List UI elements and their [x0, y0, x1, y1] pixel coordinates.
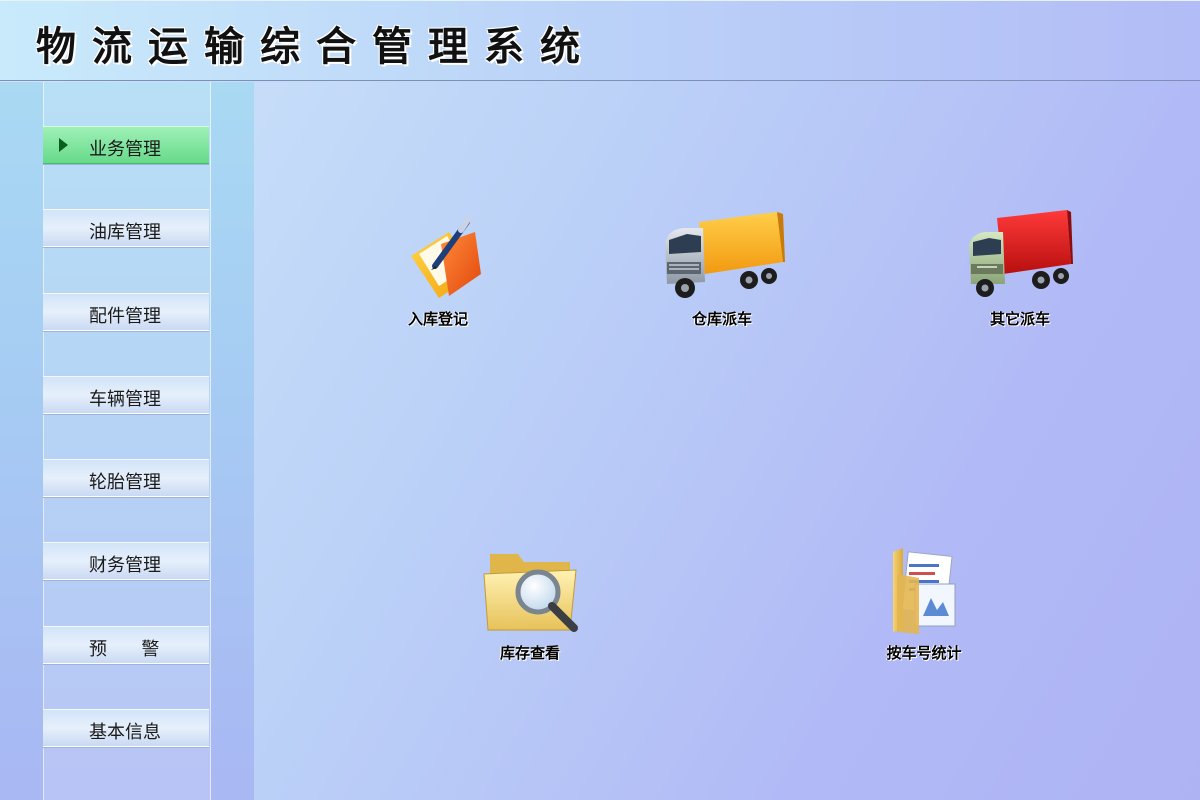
sidebar-strip [43, 82, 211, 800]
tile-stock-in[interactable]: 入库登记 [368, 204, 508, 329]
triangle-right-icon [59, 138, 68, 152]
orange-truck-icon [665, 212, 785, 298]
sidebar-item-label: 财务管理 [89, 555, 161, 576]
folder-magnifier-icon [483, 554, 578, 632]
tile-label: 仓库派车 [691, 310, 752, 328]
sidebar-item-label: 车辆管理 [89, 389, 161, 410]
sidebar-item-label: 配件管理 [89, 306, 161, 327]
sidebar [0, 82, 254, 800]
sidebar-item-tires[interactable]: 轮胎管理 [43, 459, 209, 497]
sidebar-item-label: 油库管理 [89, 222, 161, 243]
tile-label: 按车号统计 [886, 644, 962, 662]
sidebar-item-label: 轮胎管理 [89, 472, 161, 493]
pen-folder-icon [411, 215, 481, 298]
sidebar-item-label: 预 警 [89, 639, 160, 660]
sidebar-item-oil-depot[interactable]: 油库管理 [43, 209, 209, 247]
sidebar-item-label: 基本信息 [89, 722, 161, 743]
tile-label: 库存查看 [499, 644, 560, 662]
sidebar-item-finance[interactable]: 财务管理 [43, 542, 209, 580]
red-truck-icon [969, 210, 1073, 297]
tile-label: 入库登记 [407, 310, 468, 328]
sidebar-item-label: 业务管理 [89, 139, 161, 160]
tile-inventory-view[interactable]: 库存查看 [460, 544, 600, 663]
tile-stats-by-plate[interactable]: 按车号统计 [854, 544, 994, 663]
sidebar-item-alerts[interactable]: 预 警 [43, 626, 209, 664]
tile-other-dispatch[interactable]: 其它派车 [950, 204, 1090, 329]
sidebar-item-parts[interactable]: 配件管理 [43, 293, 209, 331]
tile-warehouse-dispatch[interactable]: 仓库派车 [652, 204, 792, 329]
sidebar-item-basic-info[interactable]: 基本信息 [43, 709, 209, 747]
sidebar-item-vehicles[interactable]: 车辆管理 [43, 376, 209, 414]
app-header: 物流运输综合管理系统 [0, 0, 1200, 81]
sidebar-item-business[interactable]: 业务管理 [43, 126, 209, 164]
tile-label: 其它派车 [989, 310, 1050, 328]
documents-folder-icon [893, 548, 956, 634]
app-title: 物流运输综合管理系统 [36, 24, 596, 70]
